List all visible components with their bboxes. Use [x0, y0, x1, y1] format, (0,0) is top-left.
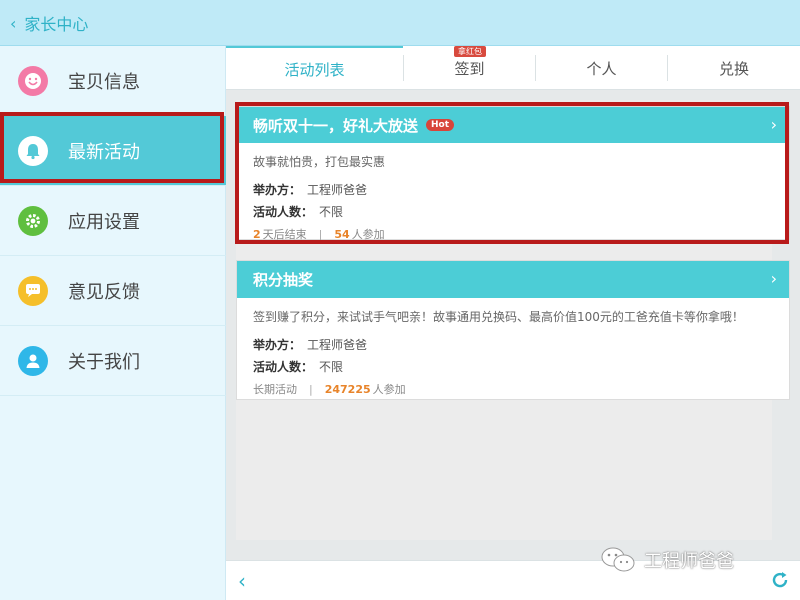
organizer-row: 举办方： 工程师爸爸	[253, 337, 368, 352]
bell-icon	[18, 135, 48, 166]
participants-row: 活动人数： 不限	[253, 359, 344, 374]
tab-activity-list[interactable]: 活动列表	[226, 46, 403, 90]
person-icon	[18, 345, 48, 376]
card-title: 畅听双十一，好礼大放送	[253, 116, 419, 135]
wechat-icon	[601, 547, 635, 572]
sidebar-item-label: 宝贝信息	[68, 71, 140, 93]
card-footer: 长期活动 | 247225 人参加	[253, 382, 406, 397]
sidebar-item-label: 应用设置	[68, 211, 140, 233]
face-icon	[18, 65, 48, 96]
tab-personal[interactable]: 个人	[536, 46, 667, 90]
sidebar: 宝贝信息 最新活动 应用设置 意见反馈 关于我们	[0, 46, 226, 600]
sidebar-item-label: 关于我们	[68, 351, 140, 373]
card-header[interactable]: 畅听双十一，好礼大放送 Hot ›	[237, 107, 789, 143]
participants-row: 活动人数： 不限	[253, 204, 344, 219]
tab-bar: 活动列表 签到 拿红包 个人 兑换	[226, 46, 800, 90]
sidebar-item-label: 最新活动	[68, 141, 140, 163]
sidebar-item-app-settings[interactable]: 应用设置	[0, 186, 226, 256]
card-header[interactable]: 积分抽奖 ›	[237, 261, 789, 298]
sidebar-item-feedback[interactable]: 意见反馈	[0, 256, 226, 326]
sidebar-item-latest-activity[interactable]: 最新活动	[0, 116, 226, 186]
back-label: 家长中心	[24, 15, 89, 34]
chevron-left-icon: ‹	[10, 13, 17, 33]
back-link[interactable]: ‹ 家长中心	[10, 10, 88, 36]
watermark-text: 工程师爸爸	[644, 551, 734, 572]
main-content: 活动列表 签到 拿红包 个人 兑换 畅听双十一，好礼大放送 Hot › 故事就怕…	[226, 46, 800, 560]
hot-badge: Hot	[426, 119, 455, 131]
tab-sign-in[interactable]: 签到 拿红包	[404, 46, 535, 90]
watermark: 工程师爸爸	[600, 540, 734, 580]
sidebar-item-baby-info[interactable]: 宝贝信息	[0, 46, 226, 116]
sidebar-item-label: 意见反馈	[68, 281, 140, 303]
sidebar-item-about-us[interactable]: 关于我们	[0, 326, 226, 396]
red-packet-badge: 拿红包	[454, 46, 486, 57]
gear-icon	[18, 205, 48, 236]
card-description: 签到赚了积分，来试试手气吧亲！故事通用兑换码、最高价值100元的工爸充值卡等你拿…	[253, 310, 744, 324]
organizer-row: 举办方： 工程师爸爸	[253, 182, 368, 197]
chevron-right-icon: ›	[770, 115, 777, 134]
chat-icon	[18, 275, 48, 306]
card-footer: 2 天后结束 | 54 人参加	[253, 227, 385, 242]
card-description: 故事就怕贵，打包最实惠	[253, 155, 386, 169]
activity-card[interactable]: 畅听双十一，好礼大放送 Hot › 故事就怕贵，打包最实惠 举办方： 工程师爸爸 …	[236, 106, 790, 242]
chevron-right-icon: ›	[770, 269, 777, 288]
card-title: 积分抽奖	[253, 271, 314, 289]
activity-card[interactable]: 积分抽奖 › 签到赚了积分，来试试手气吧亲！故事通用兑换码、最高价值100元的工…	[236, 260, 790, 400]
tab-exchange[interactable]: 兑换	[668, 46, 800, 90]
top-bar: ‹ 家长中心	[0, 0, 800, 46]
refresh-icon[interactable]	[770, 570, 790, 594]
back-arrow-icon[interactable]: ‹	[238, 569, 246, 593]
